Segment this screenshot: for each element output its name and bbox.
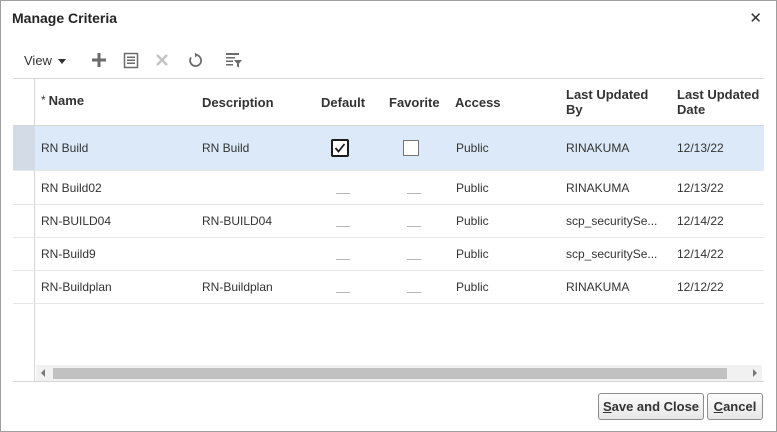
close-icon[interactable]: ✕ xyxy=(749,9,762,27)
cell-name: RN-Buildplan xyxy=(41,280,112,294)
refresh-icon[interactable] xyxy=(186,51,204,69)
scrollbar-thumb[interactable] xyxy=(53,368,727,379)
save-and-close-button[interactable]: Save and Close xyxy=(598,393,704,420)
default-empty-dash xyxy=(336,259,350,260)
cell-description: RN Build xyxy=(202,141,250,155)
row-header[interactable] xyxy=(13,271,35,303)
cell-last-updated-by: RINAKUMA xyxy=(566,141,630,155)
default-empty-dash xyxy=(336,226,350,227)
row-header[interactable] xyxy=(13,238,35,270)
cell-access: Public xyxy=(456,214,489,228)
cell-last-updated-by: scp_securitySe... xyxy=(566,214,658,228)
cell-last-updated-date: 12/14/22 xyxy=(677,214,724,228)
cell-description: RN-Buildplan xyxy=(202,280,273,294)
column-header-description[interactable]: Description xyxy=(202,95,274,110)
cell-last-updated-date: 12/13/22 xyxy=(677,180,724,195)
view-menu-label: View xyxy=(24,52,52,68)
cell-access: Public xyxy=(456,247,489,261)
filter-icon[interactable] xyxy=(225,51,243,69)
column-header-name[interactable]: * Name xyxy=(41,93,84,108)
view-menu[interactable]: View xyxy=(24,53,66,68)
favorite-empty-dash xyxy=(407,292,421,293)
table-header: * Name Description Default Favorite Acces… xyxy=(13,79,764,126)
cell-name: RN-Build9 xyxy=(41,247,96,261)
cell-last-updated-by: RINAKUMA xyxy=(566,280,630,294)
default-empty-dash xyxy=(336,292,350,293)
row-header[interactable] xyxy=(13,171,35,204)
cell-name: RN Build02 xyxy=(41,180,102,195)
scroll-left-icon[interactable] xyxy=(41,369,45,377)
default-empty-dash xyxy=(336,192,350,194)
default-checkbox[interactable] xyxy=(331,139,349,157)
favorite-empty-dash xyxy=(407,192,421,194)
horizontal-scrollbar[interactable] xyxy=(36,365,762,381)
table-row[interactable]: RN-BUILD04 RN-BUILD04 Public scp_securit… xyxy=(13,205,764,238)
details-icon[interactable] xyxy=(122,51,140,69)
column-header-favorite[interactable]: Favorite xyxy=(389,95,440,110)
cell-access: Public xyxy=(456,141,489,155)
scroll-right-icon[interactable] xyxy=(753,369,757,377)
cancel-button[interactable]: Cancel xyxy=(707,393,763,420)
cell-name: RN Build xyxy=(41,141,89,155)
cell-last-updated-date: 12/13/22 xyxy=(677,141,724,155)
favorite-empty-dash xyxy=(407,259,421,260)
cell-last-updated-date: 12/12/22 xyxy=(677,280,724,294)
column-header-access[interactable]: Access xyxy=(455,95,501,110)
manage-criteria-dialog: Manage Criteria ✕ View * Name Description… xyxy=(0,0,777,432)
cell-last-updated-date: 12/14/22 xyxy=(677,247,724,261)
table-row[interactable]: RN-Buildplan RN-Buildplan Public RINAKUM… xyxy=(13,271,764,304)
table-row[interactable]: RN-Build9 Public scp_securitySe... 12/14… xyxy=(13,238,764,271)
column-header-default[interactable]: Default xyxy=(321,95,365,110)
cell-last-updated-by: scp_securitySe... xyxy=(566,247,658,261)
column-header-last-updated-date[interactable]: Last Updated Date xyxy=(677,87,764,117)
column-header-last-updated-by[interactable]: Last Updated By xyxy=(566,87,661,117)
favorite-checkbox[interactable] xyxy=(403,140,419,156)
favorite-empty-dash xyxy=(407,226,421,227)
cell-last-updated-by: RINAKUMA xyxy=(566,180,630,195)
caret-down-icon xyxy=(57,58,66,64)
toolbar: View xyxy=(24,49,66,71)
required-indicator: * xyxy=(41,93,46,107)
row-header[interactable] xyxy=(13,205,35,237)
table-row[interactable]: RN Build RN Build Public RINAKUMA 12/13/… xyxy=(13,126,764,171)
delete-icon[interactable] xyxy=(153,51,171,69)
cell-access: Public xyxy=(456,280,489,294)
cell-description: RN-BUILD04 xyxy=(202,214,273,228)
row-header[interactable] xyxy=(13,126,35,170)
add-icon[interactable] xyxy=(90,51,108,69)
dialog-title: Manage Criteria xyxy=(12,10,118,26)
cell-access: Public xyxy=(456,180,489,195)
criteria-table: * Name Description Default Favorite Acces… xyxy=(13,78,764,382)
cell-name: RN-BUILD04 xyxy=(41,214,112,228)
table-row[interactable]: RN Build02 Public RINAKUMA 12/13/22 xyxy=(13,171,764,205)
